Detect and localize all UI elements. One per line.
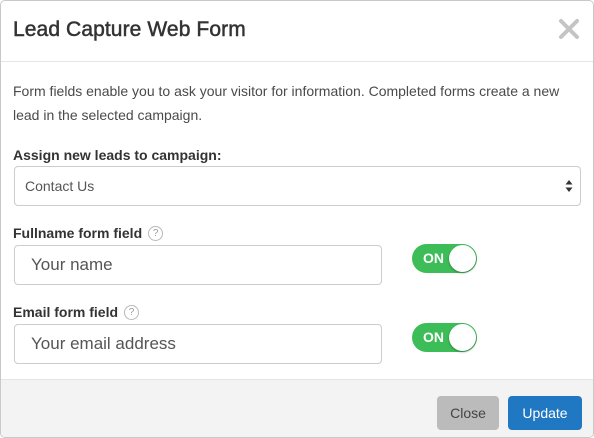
fullname-toggle-label: ON [423, 250, 444, 266]
email-input[interactable] [14, 324, 382, 364]
fullname-toggle[interactable]: ON [412, 244, 477, 273]
campaign-label: Assign new leads to campaign: [13, 147, 222, 163]
modal-title: Lead Capture Web Form [13, 18, 246, 42]
help-icon[interactable]: ? [148, 225, 164, 241]
toggle-knob [449, 324, 476, 351]
fullname-label: Fullname form field ? [13, 225, 164, 241]
email-toggle-label: ON [423, 329, 444, 345]
lead-capture-modal: Lead Capture Web Form Form fields enable… [0, 0, 594, 438]
modal-footer: Close Update [1, 379, 593, 437]
campaign-label-text: Assign new leads to campaign: [13, 147, 222, 163]
campaign-select-value: Contact Us [25, 178, 95, 194]
modal-header: Lead Capture Web Form [1, 1, 593, 62]
campaign-select[interactable]: Contact Us [14, 166, 581, 206]
close-icon[interactable] [558, 18, 580, 40]
email-toggle[interactable]: ON [412, 323, 477, 352]
select-arrows-icon [565, 180, 573, 192]
email-label: Email form field ? [13, 304, 140, 320]
fullname-label-text: Fullname form field [13, 225, 143, 241]
close-button[interactable]: Close [437, 396, 499, 430]
update-button[interactable]: Update [508, 396, 582, 430]
fullname-input[interactable] [14, 245, 382, 285]
toggle-knob [449, 245, 476, 272]
intro-text: Form fields enable you to ask your visit… [13, 83, 560, 123]
help-icon[interactable]: ? [124, 304, 140, 320]
email-label-text: Email form field [13, 304, 119, 320]
